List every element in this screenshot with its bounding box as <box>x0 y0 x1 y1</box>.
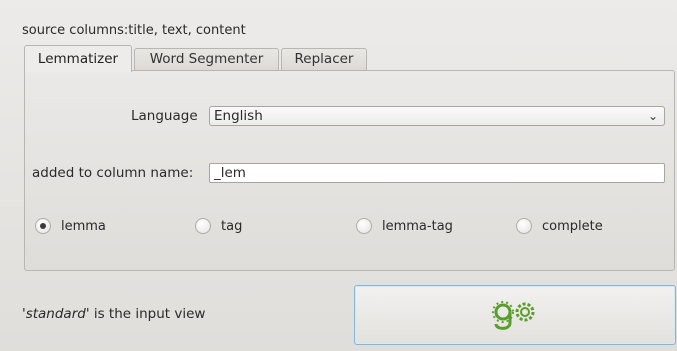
radio-lemma-tag-label: lemma-tag <box>382 218 453 234</box>
radio-complete-label: complete <box>542 218 603 234</box>
column-suffix-input[interactable]: _lem <box>209 163 665 183</box>
radio-unchecked-icon <box>195 218 211 234</box>
tab-lemmatizer[interactable]: Lemmatizer <box>24 45 132 72</box>
input-view-name: 'standard' <box>22 306 90 322</box>
radio-lemma[interactable]: lemma <box>35 216 106 236</box>
input-view-status: 'standard' is the input view <box>22 306 205 322</box>
chevron-down-icon: ⌄ <box>647 109 658 123</box>
language-selected-value: English <box>214 108 263 124</box>
radio-complete[interactable]: complete <box>516 216 603 236</box>
radio-tag[interactable]: tag <box>195 216 242 236</box>
language-label: Language <box>131 108 198 124</box>
radio-tag-label: tag <box>221 218 243 234</box>
radio-checked-icon <box>35 218 51 234</box>
radio-unchecked-icon <box>356 218 372 234</box>
input-view-text: is the input view <box>89 306 206 322</box>
source-columns-label: source columns:title, text, content <box>22 23 246 38</box>
language-select[interactable]: English ⌄ <box>209 106 665 126</box>
radio-lemma-tag[interactable]: lemma-tag <box>356 216 453 236</box>
go-button[interactable] <box>354 285 676 345</box>
go-gears-icon <box>492 301 535 330</box>
radio-unchecked-icon <box>516 218 532 234</box>
tab-word-segmenter[interactable]: Word Segmenter <box>134 48 279 71</box>
radio-lemma-label: lemma <box>61 218 106 234</box>
column-suffix-label: added to column name: <box>32 165 194 181</box>
tab-replacer[interactable]: Replacer <box>281 48 367 71</box>
